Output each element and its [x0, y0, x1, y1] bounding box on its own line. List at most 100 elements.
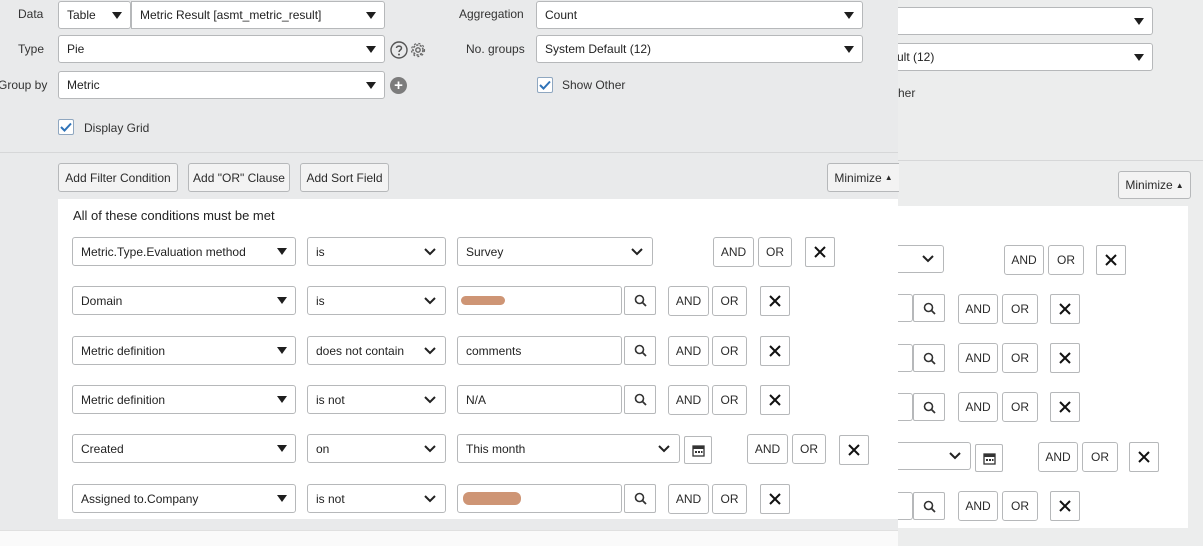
condition-value-input[interactable]: N/A	[457, 385, 622, 414]
remove-condition-button[interactable]	[760, 385, 790, 415]
bg-and-button[interactable]: AND	[958, 343, 998, 373]
bg-remove-button[interactable]	[1050, 392, 1080, 422]
remove-condition-button[interactable]	[760, 336, 790, 366]
bg-and-button[interactable]: AND	[958, 491, 998, 521]
condition-field-select[interactable]: Metric.Type.Evaluation method	[72, 237, 296, 266]
minimize-button[interactable]: Minimize ▲	[827, 163, 899, 192]
bg-condition-value[interactable]	[896, 294, 913, 322]
bg-condition-value[interactable]	[896, 344, 913, 372]
condition-field-select[interactable]: Metric definition	[72, 336, 296, 365]
remove-condition-button[interactable]	[839, 435, 869, 465]
close-icon	[769, 394, 781, 406]
or-button[interactable]: OR	[712, 385, 747, 415]
lookup-button[interactable]	[624, 385, 656, 414]
bg-remove-button[interactable]	[1050, 294, 1080, 324]
add-sort-field-button[interactable]: Add Sort Field	[300, 163, 389, 192]
bg-and-button[interactable]: AND	[1038, 442, 1078, 472]
help-icon[interactable]	[390, 41, 408, 59]
bg-and-button[interactable]: AND	[958, 294, 998, 324]
bg-aggregation-select[interactable]	[888, 7, 1153, 35]
bg-or-button[interactable]: OR	[1002, 491, 1038, 521]
or-button[interactable]: OR	[792, 434, 826, 464]
bg-lookup-button[interactable]	[913, 294, 945, 322]
bg-remove-button[interactable]	[1050, 343, 1080, 373]
bg-remove-button[interactable]	[1129, 442, 1159, 472]
bg-condition-value[interactable]	[896, 442, 971, 470]
bg-or-button[interactable]: OR	[1002, 294, 1038, 324]
condition-field-select[interactable]: Created	[72, 434, 296, 463]
chevron-down-icon	[631, 247, 643, 255]
show-other-checkbox[interactable]	[537, 77, 553, 93]
bg-remove-button[interactable]	[1096, 245, 1126, 275]
data-source-type-select[interactable]: Table	[58, 1, 131, 29]
data-table-select[interactable]: Metric Result [asmt_metric_result]	[131, 1, 385, 29]
and-button[interactable]: AND	[668, 286, 709, 316]
bg-condition-value[interactable]	[896, 393, 913, 421]
bg-lookup-button[interactable]	[913, 492, 945, 520]
or-button[interactable]: OR	[758, 237, 792, 267]
condition-operator-select[interactable]: on	[307, 434, 446, 463]
no-groups-select[interactable]: System Default (12)	[536, 35, 863, 63]
display-grid-label: Display Grid	[84, 121, 150, 135]
search-icon	[634, 294, 647, 307]
search-icon	[923, 352, 936, 365]
gear-icon[interactable]	[409, 41, 427, 59]
condition-value-input[interactable]: comments	[457, 336, 622, 365]
calendar-button[interactable]	[684, 436, 712, 464]
search-icon	[923, 500, 936, 513]
close-icon	[1059, 401, 1071, 413]
display-grid-checkbox[interactable]	[58, 119, 74, 135]
bg-remove-button[interactable]	[1050, 491, 1080, 521]
type-select[interactable]: Pie	[58, 35, 385, 63]
no-groups-label: No. groups	[466, 42, 525, 56]
chevron-down-icon	[424, 395, 436, 403]
condition-operator-select[interactable]: is	[307, 237, 446, 266]
bg-no-groups-select[interactable]: ult (12)	[888, 43, 1153, 71]
chevron-down-icon	[424, 346, 436, 354]
condition-operator-select[interactable]: is not	[307, 484, 446, 513]
bg-and-button[interactable]: AND	[958, 392, 998, 422]
condition-value-select[interactable]: Survey	[457, 237, 653, 266]
bg-or-button[interactable]: OR	[1002, 392, 1038, 422]
and-button[interactable]: AND	[668, 484, 709, 514]
redaction-mark	[461, 296, 505, 305]
condition-field-select[interactable]: Assigned to.Company	[72, 484, 296, 513]
or-button[interactable]: OR	[712, 286, 747, 316]
and-button[interactable]: AND	[668, 336, 709, 366]
chevron-down-icon	[949, 452, 961, 460]
remove-condition-button[interactable]	[760, 484, 790, 514]
bg-condition-value[interactable]	[896, 492, 913, 520]
and-button[interactable]: AND	[747, 434, 788, 464]
remove-condition-button[interactable]	[760, 286, 790, 316]
condition-operator-select[interactable]: does not contain	[307, 336, 446, 365]
add-group-icon[interactable]: +	[390, 77, 407, 94]
bg-minimize-button[interactable]: Minimize ▲	[1118, 171, 1191, 199]
and-button[interactable]: AND	[713, 237, 754, 267]
bg-and-button[interactable]: AND	[1004, 245, 1044, 275]
group-by-select[interactable]: Metric	[58, 71, 385, 99]
or-button[interactable]: OR	[712, 336, 747, 366]
add-filter-condition-button[interactable]: Add Filter Condition	[58, 163, 178, 192]
bg-calendar-button[interactable]	[975, 444, 1003, 472]
bg-lookup-button[interactable]	[913, 393, 945, 421]
add-or-clause-button[interactable]: Add "OR" Clause	[188, 163, 290, 192]
aggregation-select[interactable]: Count	[536, 1, 863, 29]
condition-field-select[interactable]: Metric definition	[72, 385, 296, 414]
bg-or-button[interactable]: OR	[1048, 245, 1084, 275]
lookup-button[interactable]	[624, 336, 656, 365]
bg-condition-value[interactable]	[896, 245, 944, 273]
condition-field-select[interactable]: Domain	[72, 286, 296, 315]
bg-or-button[interactable]: OR	[1002, 343, 1038, 373]
condition-date-select[interactable]: This month	[457, 434, 680, 463]
lookup-button[interactable]	[624, 286, 656, 315]
and-button[interactable]: AND	[668, 385, 709, 415]
remove-condition-button[interactable]	[805, 237, 835, 267]
chevron-down-icon	[424, 247, 436, 255]
or-button[interactable]: OR	[712, 484, 747, 514]
condition-operator-select[interactable]: is not	[307, 385, 446, 414]
condition-operator-select[interactable]: is	[307, 286, 446, 315]
lookup-button[interactable]	[624, 484, 656, 513]
bg-lookup-button[interactable]	[913, 344, 945, 372]
chevron-down-icon	[424, 444, 436, 452]
bg-or-button[interactable]: OR	[1082, 442, 1118, 472]
